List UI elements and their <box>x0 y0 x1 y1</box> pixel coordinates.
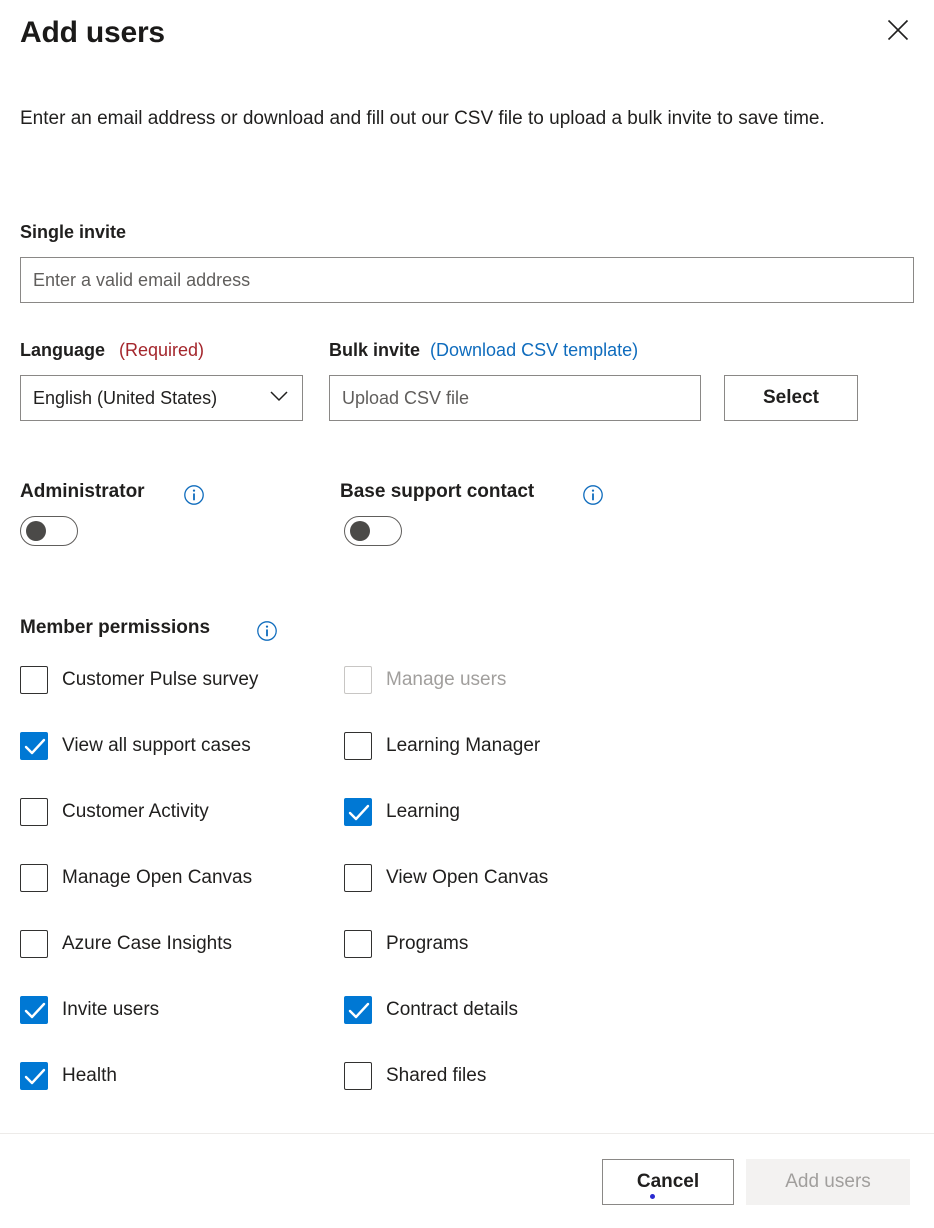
permission-label: Invite users <box>62 999 160 1020</box>
footer-divider <box>0 1133 934 1134</box>
checkbox-unchecked <box>20 930 48 958</box>
close-button[interactable] <box>878 10 918 50</box>
permission-checkbox-item: Manage users <box>344 663 506 697</box>
permission-label: Manage Open Canvas <box>62 867 253 888</box>
permission-label: Customer Activity <box>62 801 209 822</box>
permission-label: View all support cases <box>62 735 251 756</box>
checkbox-unchecked <box>344 666 372 694</box>
administrator-label: Administrator <box>20 481 145 502</box>
permission-label: Learning <box>386 801 460 822</box>
single-invite-label: Single invite <box>20 222 127 242</box>
checkbox-unchecked <box>20 666 48 694</box>
required-tag: (Required) <box>119 340 205 360</box>
permission-checkbox-item[interactable]: Customer Pulse survey <box>20 663 258 697</box>
checkbox-checked <box>344 996 372 1024</box>
toggle-knob <box>26 521 46 541</box>
member-permissions-grid: Customer Pulse survey Manage users View al… <box>0 663 934 1125</box>
checkbox-unchecked <box>20 798 48 826</box>
permission-label: Contract details <box>386 999 519 1020</box>
permission-checkbox-item[interactable]: Contract details <box>344 993 518 1027</box>
chevron-down-icon <box>270 389 288 407</box>
language-selected-value: English (United States) <box>33 387 218 408</box>
permission-checkbox-item[interactable]: View Open Canvas <box>344 861 548 895</box>
dialog-description: Enter an email address or download and f… <box>20 108 825 129</box>
permission-checkbox-item[interactable]: Manage Open Canvas <box>20 861 252 895</box>
permission-label: Health <box>62 1065 117 1086</box>
single-invite-input[interactable] <box>20 257 914 303</box>
cursor-marker <box>650 1194 655 1199</box>
permission-row: Manage Open Canvas View Open Canvas <box>0 861 934 927</box>
permission-checkbox-item[interactable]: Customer Activity <box>20 795 209 829</box>
close-icon <box>887 19 909 41</box>
permission-row: Customer Pulse survey Manage users <box>0 663 934 729</box>
permission-label: Customer Pulse survey <box>62 669 259 690</box>
permission-label: Manage users <box>386 669 507 690</box>
permission-checkbox-item[interactable]: Health <box>20 1059 117 1093</box>
permission-checkbox-item[interactable]: Azure Case Insights <box>20 927 232 961</box>
checkbox-unchecked <box>344 864 372 892</box>
member-permissions-heading: Member permissions <box>20 617 211 638</box>
permission-label: Learning Manager <box>386 735 541 756</box>
info-icon[interactable] <box>582 484 604 511</box>
permission-row: Customer Activity Learning <box>0 795 934 861</box>
bulk-invite-file-input[interactable] <box>329 375 701 421</box>
permission-checkbox-item[interactable]: Invite users <box>20 993 159 1027</box>
bulk-invite-label-text: Bulk invite <box>329 340 421 360</box>
checkbox-checked <box>344 798 372 826</box>
toggle-knob <box>350 521 370 541</box>
checkbox-unchecked <box>344 732 372 760</box>
download-csv-template-link[interactable]: (Download CSV template) <box>430 340 638 360</box>
language-label: Language (Required) <box>20 340 204 361</box>
info-icon[interactable] <box>183 484 205 511</box>
language-select[interactable]: English (United States) <box>20 375 303 421</box>
base-support-contact-label: Base support contact <box>340 481 535 502</box>
permission-row: Invite users Contract details <box>0 993 934 1059</box>
checkbox-unchecked <box>20 864 48 892</box>
add-users-button[interactable]: Add users <box>746 1159 910 1205</box>
bulk-invite-label: Bulk invite (Download CSV template) <box>329 340 638 361</box>
permission-checkbox-item[interactable]: View all support cases <box>20 729 251 763</box>
permission-label: View Open Canvas <box>386 867 549 888</box>
permission-row: View all support cases Learning Manager <box>0 729 934 795</box>
permission-checkbox-item[interactable]: Programs <box>344 927 468 961</box>
permission-checkbox-item[interactable]: Learning Manager <box>344 729 540 763</box>
checkbox-unchecked <box>344 1062 372 1090</box>
permission-label: Azure Case Insights <box>62 933 233 954</box>
permission-row: Health Shared files <box>0 1059 934 1125</box>
permission-checkbox-item[interactable]: Shared files <box>344 1059 486 1093</box>
permission-checkbox-item[interactable]: Learning <box>344 795 460 829</box>
permission-label: Shared files <box>386 1065 487 1086</box>
cancel-button[interactable]: Cancel <box>602 1159 734 1205</box>
language-label-text: Language <box>20 340 106 360</box>
info-icon[interactable] <box>256 620 278 647</box>
permission-row: Azure Case Insights Programs <box>0 927 934 993</box>
page-title: Add users <box>20 16 165 49</box>
checkbox-checked <box>20 732 48 760</box>
checkbox-checked <box>20 996 48 1024</box>
select-file-button[interactable]: Select <box>724 375 858 421</box>
permission-label: Programs <box>386 933 469 954</box>
administrator-toggle[interactable] <box>20 516 78 546</box>
base-support-contact-toggle[interactable] <box>344 516 402 546</box>
checkbox-checked <box>20 1062 48 1090</box>
checkbox-unchecked <box>344 930 372 958</box>
